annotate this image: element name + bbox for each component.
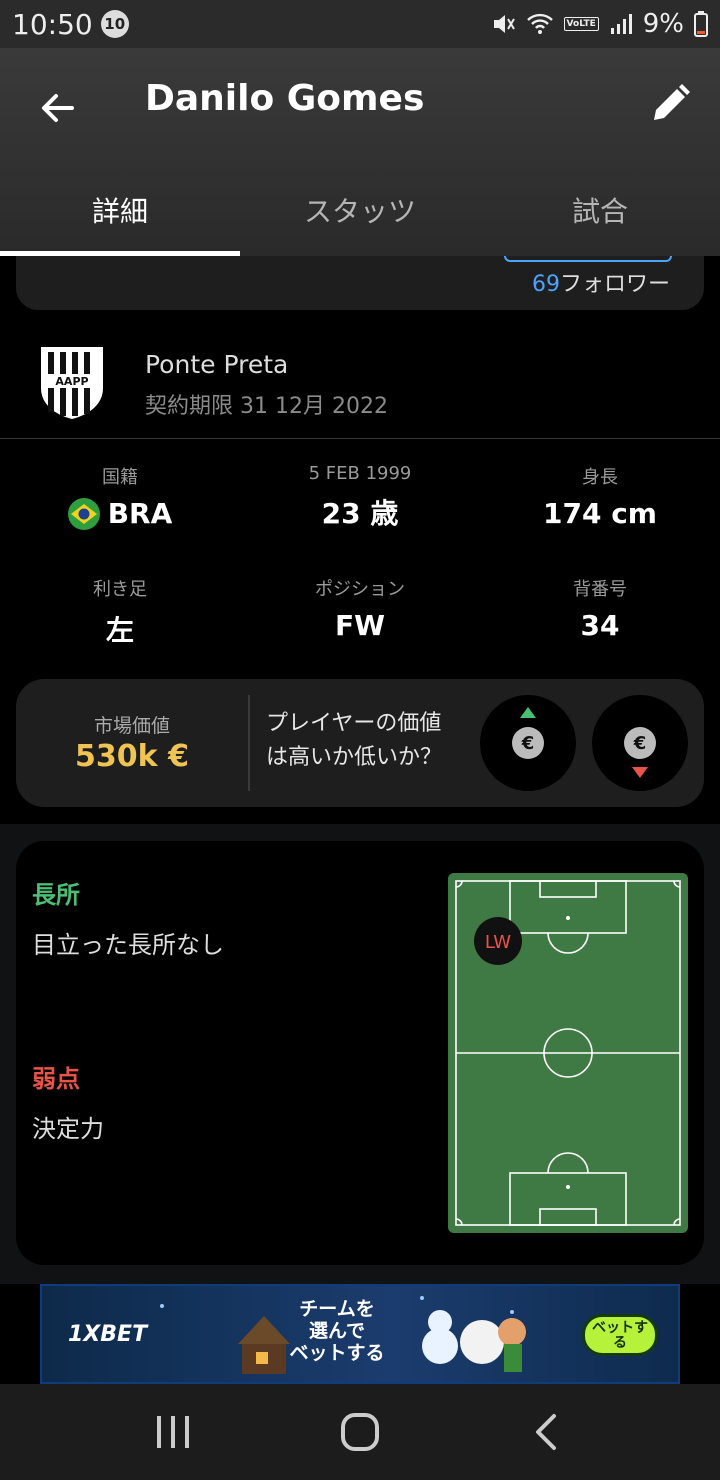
weaknesses-title: 弱点 bbox=[32, 1065, 80, 1093]
ad-copy-line-3: ベットする bbox=[289, 1342, 385, 1364]
wifi-icon bbox=[526, 13, 553, 34]
app-header: Danilo Gomes 詳細 スタッツ 試合 bbox=[0, 48, 720, 256]
position-value: FW bbox=[334, 609, 385, 642]
arrow-left-icon bbox=[42, 94, 74, 122]
nationality-value: BRA bbox=[107, 497, 173, 530]
status-bar: 10:50 10 VoLTE 9% bbox=[0, 0, 720, 48]
foot-label: 利き足 bbox=[93, 579, 147, 600]
position-cell: ポジション FW bbox=[240, 575, 480, 642]
back-nav-button[interactable] bbox=[507, 1402, 587, 1462]
vote-lower-button[interactable]: € bbox=[592, 695, 688, 791]
divider bbox=[0, 438, 720, 439]
back-button[interactable] bbox=[30, 80, 86, 136]
ad-cta-line-1: ベットす bbox=[592, 1320, 648, 1336]
vote-higher-button[interactable]: € bbox=[480, 695, 576, 791]
strengths-weaknesses-card: 長所 目立った長所なし 弱点 決定力 LW bbox=[16, 841, 704, 1265]
poll-question-line-2: は高いか低いか？ bbox=[266, 745, 443, 770]
signal-icon bbox=[610, 14, 632, 34]
player-position-marker: LW bbox=[474, 917, 522, 965]
followers-number: 69 bbox=[531, 272, 560, 297]
battery-percent: 9% bbox=[642, 9, 684, 39]
tab-bar: 詳細 スタッツ 試合 bbox=[0, 178, 720, 256]
position-pitch-map: LW bbox=[448, 873, 688, 1233]
profile-card: 69フォロワー bbox=[16, 256, 704, 310]
arrow-up-icon bbox=[520, 707, 536, 718]
market-value-card: 市場価値 530k € プレイヤーの価値 は高いか低いか？ € € bbox=[16, 679, 704, 807]
followers-count: 69フォロワー bbox=[532, 266, 670, 298]
strengths-text: 目立った長所なし bbox=[32, 931, 224, 959]
value-poll-question: プレイヤーの価値 は高いか低いか？ bbox=[266, 707, 476, 775]
ad-copy-line-1: チームを bbox=[299, 1298, 375, 1320]
arrow-down-icon bbox=[632, 767, 648, 778]
ad-copy: チームを 選んで ベットする bbox=[272, 1298, 402, 1364]
height-cell: 身長 174 cm bbox=[480, 463, 720, 530]
club-logo: AAPP bbox=[41, 347, 103, 420]
strengths-title: 長所 bbox=[32, 881, 80, 909]
brazil-flag-icon bbox=[67, 497, 100, 530]
status-icons: VoLTE 9% bbox=[490, 9, 708, 39]
chevron-left-icon bbox=[535, 1414, 556, 1450]
club-logo-text: AAPP bbox=[55, 375, 88, 388]
battery-icon bbox=[694, 11, 708, 37]
home-button[interactable] bbox=[320, 1402, 400, 1462]
page-title: Danilo Gomes bbox=[145, 78, 425, 119]
euro-coin-icon: € bbox=[624, 727, 656, 759]
height-value: 174 cm bbox=[543, 497, 657, 530]
follow-button[interactable] bbox=[504, 256, 672, 262]
tab-stats[interactable]: スタッツ bbox=[240, 178, 480, 256]
tab-matches[interactable]: 試合 bbox=[480, 178, 720, 256]
pencil-icon bbox=[654, 84, 690, 120]
weaknesses-text: 決定力 bbox=[32, 1115, 104, 1143]
home-icon bbox=[340, 1413, 379, 1451]
divider bbox=[248, 695, 250, 791]
tab-details[interactable]: 詳細 bbox=[0, 178, 240, 256]
nationality-cell: 国籍 BRA bbox=[0, 463, 240, 530]
nationality-label: 国籍 bbox=[102, 467, 138, 488]
euro-coin-icon: € bbox=[512, 727, 544, 759]
club-row[interactable]: AAPP Ponte Preta 契約期限 31 12月 2022 bbox=[0, 330, 720, 438]
poll-question-line-1: プレイヤーの価値 bbox=[266, 711, 442, 736]
ad-copy-line-2: 選んで bbox=[308, 1320, 366, 1342]
height-label: 身長 bbox=[582, 467, 618, 488]
nationality-value-row: BRA bbox=[0, 497, 240, 530]
position-marker-label: LW bbox=[485, 932, 511, 953]
volte-badge: VoLTE bbox=[563, 17, 599, 31]
ad-brand-logo: 1XBET bbox=[68, 1322, 148, 1347]
shirt-number-value: 34 bbox=[580, 609, 620, 642]
contract-expiry: 契約期限 31 12月 2022 bbox=[145, 394, 388, 419]
followers-label: フォロワー bbox=[559, 272, 670, 297]
recent-apps-button[interactable] bbox=[133, 1402, 213, 1462]
market-value: 530k € bbox=[75, 739, 189, 774]
birth-date: 5 FEB 1999 bbox=[308, 463, 412, 484]
foot-value: 左 bbox=[105, 614, 134, 647]
position-label: ポジション bbox=[315, 579, 405, 600]
ad-banner[interactable]: 1XBET チームを 選んで ベットする ベットす る bbox=[40, 1284, 680, 1384]
foot-cell: 利き足 左 bbox=[0, 575, 240, 649]
notification-count-badge: 10 bbox=[100, 10, 129, 38]
ad-cta-button[interactable]: ベットす る bbox=[582, 1314, 658, 1356]
mute-icon bbox=[493, 15, 515, 33]
age-value: 23 歳 bbox=[321, 497, 399, 530]
shirt-number-label: 背番号 bbox=[573, 579, 627, 600]
club-name: Ponte Preta bbox=[145, 350, 289, 379]
ad-cta-line-2: る bbox=[613, 1335, 627, 1351]
age-cell: 5 FEB 1999 23 歳 bbox=[240, 463, 480, 532]
system-navigation-bar bbox=[0, 1384, 720, 1480]
market-value-label: 市場価値 bbox=[93, 715, 170, 737]
status-time: 10:50 bbox=[12, 7, 93, 41]
number-cell: 背番号 34 bbox=[480, 575, 720, 642]
edit-button[interactable] bbox=[644, 78, 696, 130]
recent-apps-icon bbox=[157, 1416, 190, 1448]
